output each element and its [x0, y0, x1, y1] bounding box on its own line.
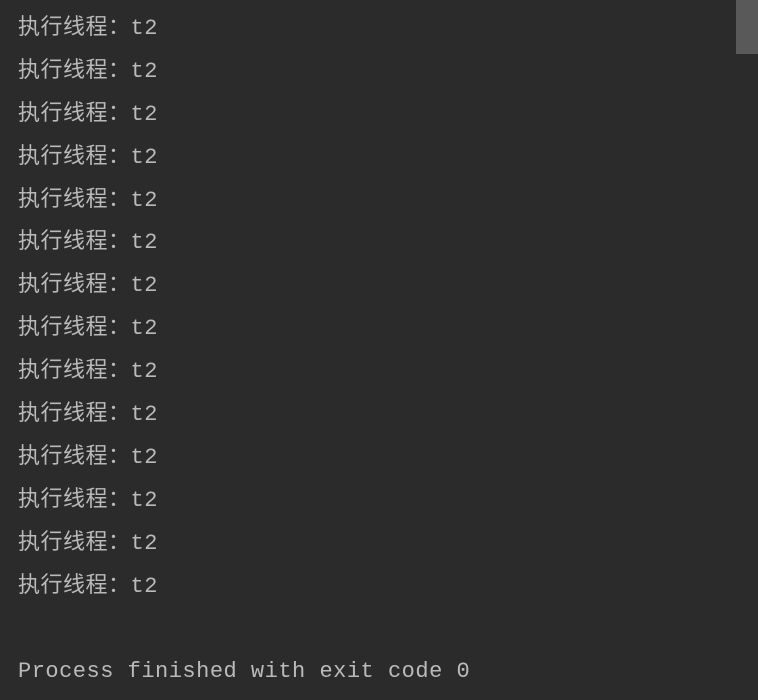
console-line: 执行线程：t2 — [18, 265, 740, 308]
console-line: 执行线程：t2 — [18, 523, 740, 566]
console-line: 执行线程：t2 — [18, 51, 740, 94]
console-line: 执行线程：t2 — [18, 351, 740, 394]
console-line: 执行线程：t2 — [18, 222, 740, 265]
console-line: 执行线程：t2 — [18, 566, 740, 609]
console-line: 执行线程：t2 — [18, 180, 740, 223]
exit-message: Process finished with exit code 0 — [18, 651, 740, 694]
console-line: 执行线程：t2 — [18, 394, 740, 437]
console-line: 执行线程：t2 — [18, 437, 740, 480]
console-line: 执行线程：t2 — [18, 8, 740, 51]
console-output[interactable]: 执行线程：t2 执行线程：t2 执行线程：t2 执行线程：t2 执行线程：t2 … — [0, 0, 758, 700]
blank-line — [18, 608, 740, 651]
console-line: 执行线程：t2 — [18, 480, 740, 523]
scrollbar-thumb[interactable] — [736, 0, 758, 54]
console-line: 执行线程：t2 — [18, 94, 740, 137]
console-line: 执行线程：t2 — [18, 308, 740, 351]
console-line: 执行线程：t2 — [18, 137, 740, 180]
